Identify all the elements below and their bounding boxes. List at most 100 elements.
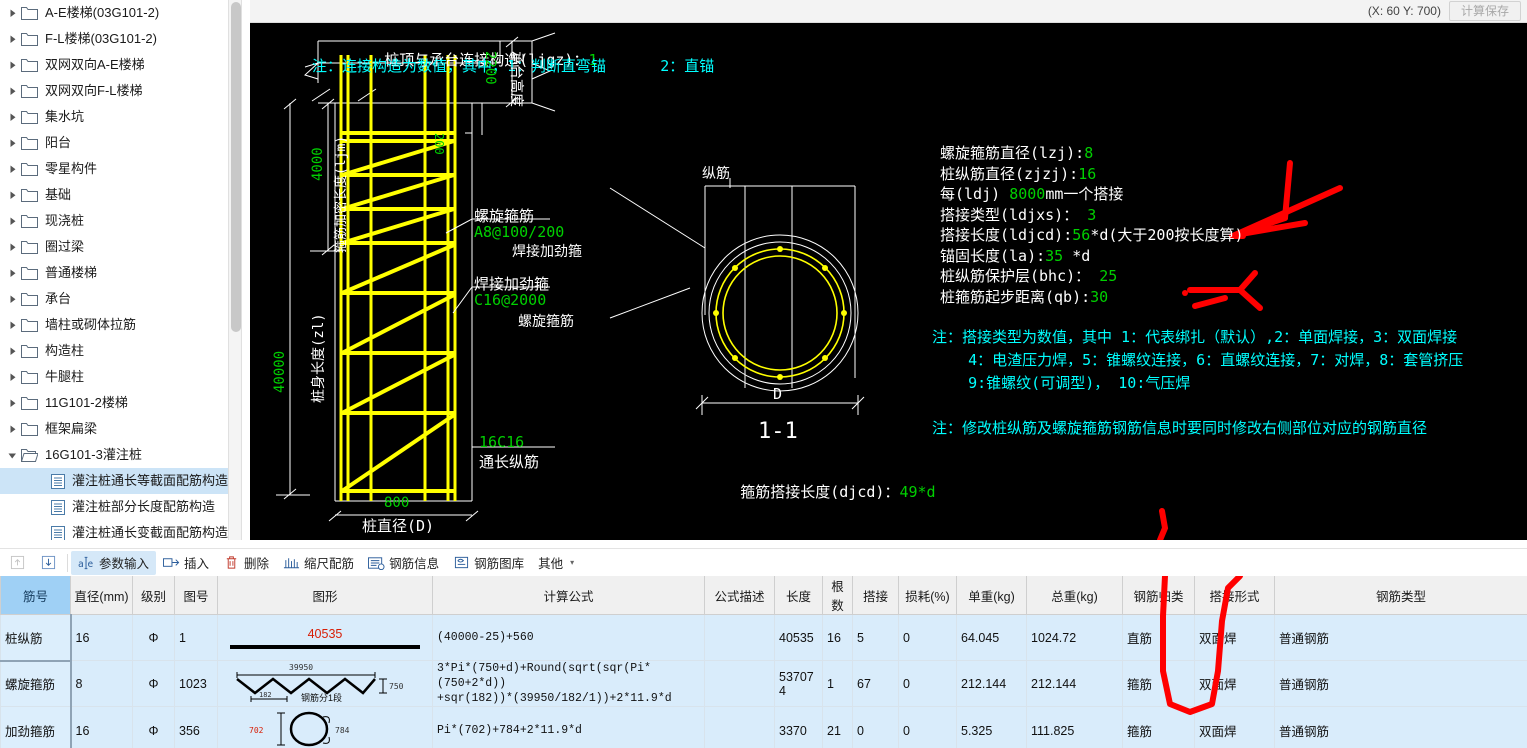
table-row[interactable]: 桩纵筋 16 Φ 1 40535 (40000-25)+560 40535 16 5 0 64.04… <box>0 614 1527 662</box>
column-header-13[interactable]: 钢筋归类 <box>1122 576 1195 615</box>
cell-figure-no[interactable]: 1 <box>174 614 218 661</box>
chevron-right-icon[interactable] <box>6 423 19 436</box>
tree-item-18[interactable]: 灌注桩通长等截面配筋构造 <box>0 468 228 494</box>
column-header-5[interactable]: 计算公式 <box>432 576 705 615</box>
column-header-14[interactable]: 搭接形式 <box>1194 576 1275 615</box>
chevron-right-icon[interactable] <box>6 241 19 254</box>
cell-category[interactable]: 箍筋 <box>1122 706 1195 748</box>
cell-loss[interactable]: 0 <box>898 614 957 661</box>
cell-category[interactable]: 箍筋 <box>1122 660 1195 707</box>
cell-rebar-type[interactable]: 普通钢筋 <box>1274 660 1527 707</box>
column-header-7[interactable]: 长度 <box>774 576 823 615</box>
tree-item-3[interactable]: 双网双向F-L楼梯 <box>0 78 228 104</box>
column-header-15[interactable]: 钢筋类型 <box>1274 576 1527 615</box>
tree-item-16[interactable]: 框架扁梁 <box>0 416 228 442</box>
chevron-right-icon[interactable] <box>6 345 19 358</box>
cell-category[interactable]: 直筋 <box>1122 614 1195 661</box>
cell-grade[interactable]: Φ <box>132 660 175 707</box>
tree-item-8[interactable]: 现浇桩 <box>0 208 228 234</box>
component-tree-sidebar[interactable]: A-E楼梯(03G101-2) F-L楼梯(03G101-2) 双网双向A-E楼梯双… <box>0 0 228 540</box>
chevron-right-icon[interactable] <box>6 7 19 20</box>
cell-formula[interactable]: Pi*(702)+784+2*11.9*d <box>432 706 705 748</box>
cell-unit-weight[interactable]: 64.045 <box>956 614 1027 661</box>
cell-formula[interactable]: 3*Pi*(750+d)+Round(sqrt(sqr(Pi*(750+2*d)… <box>432 660 705 707</box>
column-header-11[interactable]: 单重(kg) <box>956 576 1027 615</box>
column-header-4[interactable]: 图形 <box>217 576 433 615</box>
sidebar-scrollbar-thumb[interactable] <box>231 2 241 332</box>
tree-item-13[interactable]: 构造柱 <box>0 338 228 364</box>
table-row[interactable]: 螺旋箍筋 8 Φ 1023 39950 750 182 钢筋分1段 3*Pi*(750+d)+R… <box>0 660 1527 707</box>
cell-formula-desc[interactable] <box>704 706 775 748</box>
column-header-0[interactable]: 筋号 <box>0 576 71 615</box>
cell-length[interactable]: 53707 4 <box>774 660 823 707</box>
cell-count[interactable]: 21 <box>822 706 853 748</box>
cell-lap-form[interactable]: 双面焊 <box>1194 614 1275 661</box>
table-row[interactable]: 加劲箍筋 16 Φ 356 702 784 Pi*(702)+784+2*11.9*d 337… <box>0 706 1527 748</box>
column-header-2[interactable]: 级别 <box>132 576 175 615</box>
cell-shape[interactable]: 702 784 <box>217 706 433 748</box>
cell-rebar-type[interactable]: 普通钢筋 <box>1274 614 1527 661</box>
chevron-right-icon[interactable] <box>6 33 19 46</box>
cell-count[interactable]: 1 <box>822 660 853 707</box>
cell-lap-form[interactable]: 双面焊 <box>1194 706 1275 748</box>
tree-item-17[interactable]: 16G101-3灌注桩 <box>0 442 228 468</box>
column-header-12[interactable]: 总重(kg) <box>1026 576 1123 615</box>
chevron-right-icon[interactable] <box>6 85 19 98</box>
chevron-right-icon[interactable] <box>6 215 19 228</box>
chevron-right-icon[interactable] <box>6 371 19 384</box>
cell-total-weight[interactable]: 212.144 <box>1026 660 1123 707</box>
cell-unit-weight[interactable]: 212.144 <box>956 660 1027 707</box>
chevron-right-icon[interactable] <box>6 111 19 124</box>
sidebar-scrollbar[interactable] <box>228 0 242 540</box>
cell-rebar-name[interactable]: 加劲箍筋 <box>0 706 72 748</box>
cell-figure-no[interactable]: 1023 <box>174 660 218 707</box>
toolbar-button-删除[interactable]: 删除 <box>216 551 276 575</box>
tree-item-4[interactable]: 集水坑 <box>0 104 228 130</box>
column-header-8[interactable]: 根数 <box>822 576 853 615</box>
cell-lap-form[interactable]: 双面焊 <box>1194 660 1275 707</box>
rebar-table-container[interactable]: 筋号 直径(mm) 级别 图号 图形 计算公式 公式描述 长度 根数 搭接 损耗(%) 单重(kg) 总… <box>0 576 1527 748</box>
tree-item-15[interactable]: 11G101-2楼梯 <box>0 390 228 416</box>
column-header-10[interactable]: 损耗(%) <box>898 576 957 615</box>
cell-formula-desc[interactable] <box>704 660 775 707</box>
cell-formula[interactable]: (40000-25)+560 <box>432 614 705 661</box>
tree-item-2[interactable]: 双网双向A-E楼梯 <box>0 52 228 78</box>
cell-length[interactable]: 40535 <box>774 614 823 661</box>
cell-rebar-name[interactable]: 螺旋箍筋 <box>0 660 72 707</box>
toolbar-button-缩尺配筋[interactable]: 缩尺配筋 <box>276 551 361 575</box>
chevron-right-icon[interactable] <box>6 267 19 280</box>
chevron-right-icon[interactable] <box>6 189 19 202</box>
cell-diameter[interactable]: 16 <box>70 614 133 661</box>
cell-count[interactable]: 16 <box>822 614 853 661</box>
cell-lap[interactable]: 67 <box>852 660 899 707</box>
cell-unit-weight[interactable]: 5.325 <box>956 706 1027 748</box>
cell-total-weight[interactable]: 1024.72 <box>1026 614 1123 661</box>
tree-item-0[interactable]: A-E楼梯(03G101-2) <box>0 0 228 26</box>
toolbar-button-arrow-down[interactable] <box>33 551 64 575</box>
tree-item-19[interactable]: 灌注桩部分长度配筋构造 <box>0 494 228 520</box>
cell-rebar-name[interactable]: 桩纵筋 <box>0 614 72 662</box>
cell-diameter[interactable]: 16 <box>70 706 133 748</box>
column-header-1[interactable]: 直径(mm) <box>70 576 133 615</box>
chevron-down-icon[interactable]: ▾ <box>570 558 574 567</box>
cell-diameter[interactable]: 8 <box>70 660 133 707</box>
column-header-3[interactable]: 图号 <box>174 576 218 615</box>
cell-lap[interactable]: 0 <box>852 706 899 748</box>
tree-item-20[interactable]: 灌注桩通长变截面配筋构造 <box>0 520 228 540</box>
toolbar-button-钢筋图库[interactable]: 钢筋图库 <box>446 551 531 575</box>
cell-total-weight[interactable]: 111.825 <box>1026 706 1123 748</box>
tree-item-9[interactable]: 圈过梁 <box>0 234 228 260</box>
chevron-right-icon[interactable] <box>6 59 19 72</box>
cell-length[interactable]: 3370 <box>774 706 823 748</box>
cell-grade[interactable]: Φ <box>132 706 175 748</box>
calc-save-button[interactable]: 计算保存 <box>1448 1 1521 21</box>
cell-grade[interactable]: Φ <box>132 614 175 661</box>
cell-loss[interactable]: 0 <box>898 660 957 707</box>
toolbar-button-其他[interactable]: 其他 ▾ <box>531 551 581 575</box>
chevron-right-icon[interactable] <box>6 319 19 332</box>
toolbar-button-插入[interactable]: 插入 <box>156 551 216 575</box>
column-header-9[interactable]: 搭接 <box>852 576 899 615</box>
cell-rebar-type[interactable]: 普通钢筋 <box>1274 706 1527 748</box>
tree-item-10[interactable]: 普通楼梯 <box>0 260 228 286</box>
cell-shape[interactable]: 40535 <box>217 614 433 661</box>
